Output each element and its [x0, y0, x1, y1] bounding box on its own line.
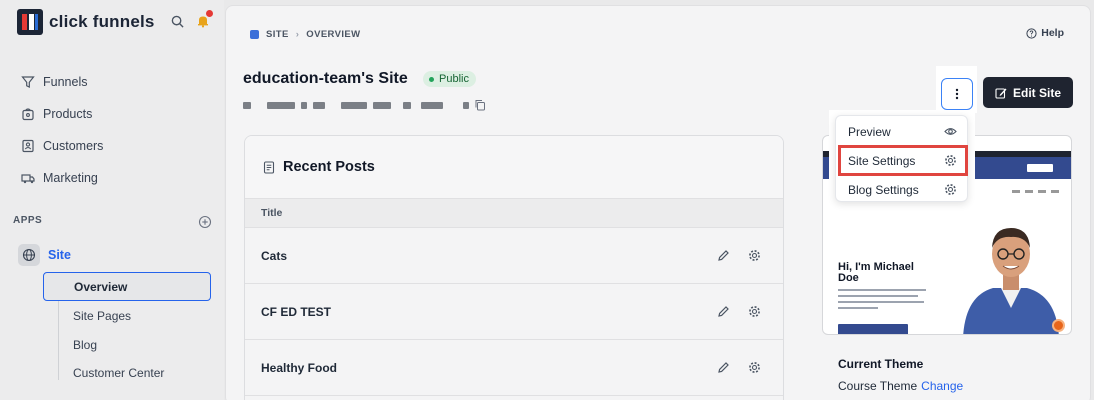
edit-site-button[interactable]: Edit Site [983, 77, 1073, 108]
gear-icon[interactable] [748, 249, 761, 262]
subnav-item-overview[interactable]: Overview [43, 272, 211, 301]
main-nav: Funnels Products Customers Marketing [21, 66, 103, 194]
document-icon [263, 160, 275, 174]
nav-item-label: Funnels [43, 75, 88, 89]
sidebar-item-label: Site [48, 248, 71, 262]
truck-icon [21, 174, 35, 184]
preview-body-lines [838, 289, 926, 313]
preview-nav [1012, 190, 1059, 193]
pencil-icon[interactable] [717, 305, 730, 318]
current-theme-row: Course Theme Change [838, 379, 963, 393]
current-theme-label: Current Theme [838, 357, 924, 371]
box-icon [22, 108, 34, 121]
nav-item-label: Products [43, 107, 93, 121]
theme-name: Course Theme [838, 379, 918, 393]
person-photo-image [963, 228, 1059, 334]
column-header-title: Title [245, 198, 783, 228]
gear-icon[interactable] [748, 361, 761, 374]
contact-card-icon [22, 139, 34, 153]
page-title: education-team's Site [243, 70, 408, 87]
table-row[interactable]: Healthy Food [245, 340, 783, 396]
sidebar: click funnels Funnels Products Customers… [0, 0, 224, 400]
search-icon[interactable] [168, 12, 186, 30]
eye-icon [944, 128, 957, 135]
kebab-menu-icon [955, 88, 959, 100]
edit-site-label: Edit Site [1012, 85, 1061, 100]
recent-posts-title: Recent Posts [283, 159, 375, 175]
subnav-item-blog[interactable]: Blog [73, 338, 97, 352]
nav-item-products[interactable]: Products [21, 98, 103, 130]
pencil-icon[interactable] [717, 361, 730, 374]
status-badge: Public [423, 71, 476, 87]
more-options-button[interactable] [941, 78, 973, 110]
funnel-icon [21, 76, 35, 88]
preview-chat-button [1052, 319, 1065, 332]
clickfunnels-logo-icon [17, 9, 43, 35]
globe-icon [18, 244, 40, 266]
post-title: Cats [261, 248, 288, 263]
brand-name: click funnels [49, 12, 155, 31]
site-icon [250, 30, 259, 39]
recent-posts-header: Recent Posts [245, 136, 783, 198]
nav-item-label: Customers [43, 139, 104, 153]
breadcrumb-separator: › [295, 29, 300, 40]
breadcrumb-item-site[interactable]: SITE [266, 29, 289, 40]
breadcrumb-item-overview: OVERVIEW [306, 29, 361, 40]
help-link[interactable]: Help [1026, 27, 1064, 39]
site-url-redacted [243, 102, 469, 109]
nav-item-label: Marketing [43, 171, 98, 185]
menu-item-blog-settings[interactable]: Blog Settings [836, 177, 967, 203]
help-label: Help [1041, 27, 1064, 39]
gear-icon[interactable] [748, 305, 761, 318]
menu-item-preview[interactable]: Preview [836, 119, 967, 145]
table-row[interactable]: CF ED TEST [245, 284, 783, 340]
question-circle-icon [1026, 27, 1037, 39]
post-title: CF ED TEST [261, 304, 332, 319]
menu-item-label: Preview [848, 125, 891, 139]
subnav-item-site-pages[interactable]: Site Pages [73, 309, 131, 323]
bell-icon[interactable] [194, 10, 213, 30]
preview-hero-text: Hi, I'm Michael Doe [838, 261, 914, 284]
breadcrumb: SITE › OVERVIEW [250, 29, 361, 40]
copy-icon[interactable] [474, 99, 486, 111]
edit-icon [995, 87, 1007, 99]
table-row[interactable]: Cats [245, 228, 783, 284]
nav-item-funnels[interactable]: Funnels [21, 66, 103, 98]
status-badge-label: Public [439, 73, 469, 85]
notification-dot [206, 10, 213, 17]
gear-icon [945, 184, 956, 195]
subnav-item-customer-center[interactable]: Customer Center [73, 366, 164, 380]
nav-item-marketing[interactable]: Marketing [21, 162, 103, 194]
nav-item-customers[interactable]: Customers [21, 130, 103, 162]
apps-section-label: APPS [13, 215, 43, 226]
subnav-tree-line [58, 300, 59, 380]
recent-posts-card: Recent Posts Title Cats CF ED TEST Healt… [244, 135, 784, 400]
preview-cta-button [838, 324, 908, 334]
pencil-icon[interactable] [717, 249, 730, 262]
main-panel: SITE › OVERVIEW Help education-team's Si… [225, 5, 1091, 400]
change-theme-link[interactable]: Change [921, 379, 963, 393]
menu-item-label: Blog Settings [848, 183, 919, 197]
site-settings-highlight-box [838, 145, 968, 176]
brand-logo[interactable]: click funnels [17, 9, 155, 35]
post-title: Healthy Food [261, 360, 338, 375]
status-dot [429, 76, 434, 82]
sidebar-item-site[interactable]: Site [18, 244, 71, 266]
add-app-icon[interactable] [198, 215, 212, 229]
